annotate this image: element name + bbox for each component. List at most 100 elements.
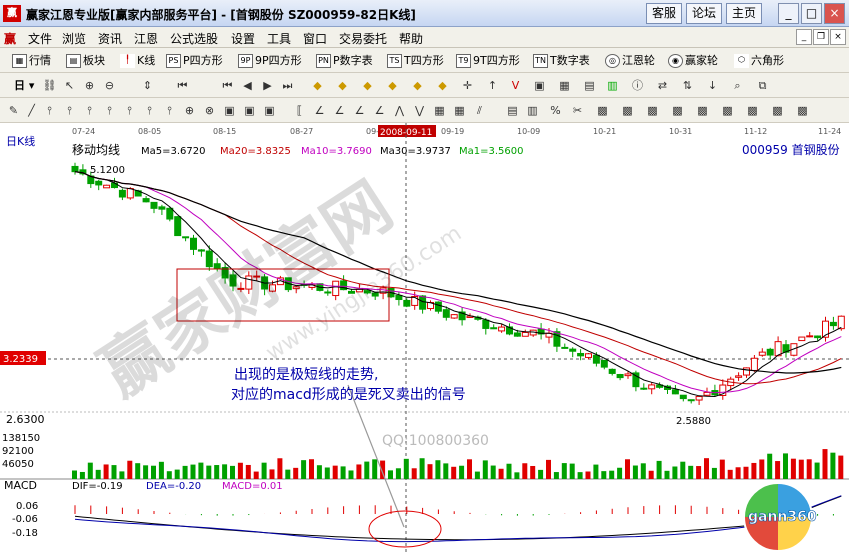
angle-icon[interactable]: ∠ [312, 103, 327, 118]
grid-draw-icon[interactable]: ▦ [452, 103, 467, 118]
diamond-icon[interactable]: ◆ [335, 78, 350, 93]
fill-icon[interactable]: ▩ [695, 103, 710, 118]
tool-p-number-table[interactable]: PN P数字表 [316, 51, 373, 70]
fork-icon[interactable]: ⫯ [82, 103, 97, 118]
fill-icon[interactable]: ▩ [770, 103, 785, 118]
tool-gann-wheel[interactable]: ◎ 江恩轮 [605, 51, 655, 70]
menu-browse[interactable]: 浏览 [62, 30, 86, 47]
close-icon[interactable]: × [824, 3, 845, 24]
tool-quotes[interactable]: ▦ 行情 [12, 51, 51, 70]
scroll-first-icon[interactable]: ⏮ [175, 78, 190, 93]
tool-t-number-table[interactable]: TN T数字表 [533, 51, 590, 70]
menu-info[interactable]: 资讯 [98, 30, 122, 47]
child-restore-icon[interactable]: ❐ [813, 29, 829, 45]
info-icon[interactable]: ⓘ [630, 78, 645, 93]
search-icon[interactable]: ⌕ [730, 78, 745, 93]
kline-chart-area[interactable]: 07-24 08-05 08-15 08-27 09-08 09-19 10-0… [0, 123, 849, 553]
menu-settings[interactable]: 设置 [231, 30, 255, 47]
box-icon[interactable]: ▣ [532, 78, 547, 93]
tool-9p-square[interactable]: 9P 9P四方形 [238, 51, 302, 70]
menu-gann[interactable]: 江恩 [134, 30, 158, 47]
circle-grid-icon[interactable]: ⊕ [182, 103, 197, 118]
arrow-up-icon[interactable]: ↑ [485, 78, 500, 93]
sort-icon[interactable]: ⇅ [680, 78, 695, 93]
grid-draw-icon[interactable]: ▦ [432, 103, 447, 118]
child-minimize-icon[interactable]: _ [796, 29, 812, 45]
link-icon[interactable]: ⛓ [42, 78, 57, 93]
diamond-icon[interactable]: ◆ [435, 78, 450, 93]
volume-bar [514, 472, 520, 479]
diamond-icon[interactable]: ◆ [385, 78, 400, 93]
home-button[interactable]: 主页 [726, 3, 762, 24]
angle-icon[interactable]: ∠ [352, 103, 367, 118]
fork-icon[interactable]: ⫯ [62, 103, 77, 118]
angle-icon[interactable]: ∠ [372, 103, 387, 118]
tool-sectors[interactable]: ▤ 板块 [66, 51, 105, 70]
fork-icon[interactable]: ⫯ [162, 103, 177, 118]
circle-grid-icon[interactable]: ⊗ [202, 103, 217, 118]
menu-file[interactable]: 文件 [28, 30, 52, 47]
fill-icon[interactable]: ▩ [745, 103, 760, 118]
child-close-icon[interactable]: × [830, 29, 846, 45]
fill-icon[interactable]: ▩ [795, 103, 810, 118]
scroll-left-icon[interactable]: ◀ [240, 78, 255, 93]
table-icon[interactable]: ▤ [505, 103, 520, 118]
fill-icon[interactable]: ▩ [720, 103, 735, 118]
tool-winner-wheel[interactable]: ◉ 赢家轮 [668, 51, 718, 70]
tool-p-square[interactable]: PS P四方形 [166, 51, 223, 70]
scroll-right-icon[interactable]: ▶ [260, 78, 275, 93]
zoom-out-icon[interactable]: ⊖ [102, 78, 117, 93]
square-icon[interactable]: ▣ [222, 103, 237, 118]
list-icon[interactable]: ▥ [605, 78, 620, 93]
fill-icon[interactable]: ▩ [620, 103, 635, 118]
parallel-icon[interactable]: ⫽ [472, 103, 487, 118]
fork-icon[interactable]: ⫯ [122, 103, 137, 118]
compare-icon[interactable]: ⧉ [755, 78, 770, 93]
diamond-icon[interactable]: ◆ [410, 78, 425, 93]
forum-button[interactable]: 论坛 [686, 3, 722, 24]
period-select[interactable]: 日 ▾ [14, 76, 34, 95]
pencil-icon[interactable]: ✎ [6, 103, 21, 118]
menu-help[interactable]: 帮助 [399, 30, 423, 47]
menu-tools[interactable]: 工具 [267, 30, 291, 47]
customer-service-button[interactable]: 客服 [646, 3, 682, 24]
square-icon[interactable]: ▣ [262, 103, 277, 118]
menu-window[interactable]: 窗口 [303, 30, 327, 47]
scroll-end-icon[interactable]: ⏭ [280, 78, 295, 93]
fork-icon[interactable]: ⫯ [42, 103, 57, 118]
crosshair-icon[interactable]: ✛ [460, 78, 475, 93]
cursor-icon[interactable]: ↖ [62, 78, 77, 93]
tool-hexagon[interactable]: ⬡ 六角形 [734, 51, 784, 70]
scissors-icon[interactable]: ✂ [570, 103, 585, 118]
maximize-icon[interactable]: □ [801, 3, 822, 24]
fill-icon[interactable]: ▩ [670, 103, 685, 118]
minimize-icon[interactable]: _ [778, 3, 799, 24]
percent-icon[interactable]: % [548, 103, 563, 118]
arrows-icon[interactable]: ⇄ [655, 78, 670, 93]
arrow-up-down-icon[interactable]: ⇕ [140, 78, 155, 93]
chart-type-icon[interactable]: ▥ [525, 103, 540, 118]
fork-icon[interactable]: ⫯ [142, 103, 157, 118]
menu-formula[interactable]: 公式选股 [170, 30, 218, 47]
fan-icon[interactable]: ⋀ [392, 103, 407, 118]
scroll-start-icon[interactable]: ⏮ [220, 78, 235, 93]
diamond-icon[interactable]: ◆ [310, 78, 325, 93]
fill-icon[interactable]: ▩ [645, 103, 660, 118]
grid-small-icon[interactable]: ▦ [557, 78, 572, 93]
tool-t-square[interactable]: TS T四方形 [387, 51, 444, 70]
fork-icon[interactable]: ⫯ [102, 103, 117, 118]
bracket-icon[interactable]: ⟦ [292, 103, 307, 118]
angle-icon[interactable]: ∠ [332, 103, 347, 118]
fill-icon[interactable]: ▩ [595, 103, 610, 118]
table-icon[interactable]: ▤ [582, 78, 597, 93]
diamond-icon[interactable]: ◆ [360, 78, 375, 93]
tool-9t-square[interactable]: T9 9T四方形 [456, 51, 520, 70]
menu-trade[interactable]: 交易委托 [339, 30, 387, 47]
zoom-in-icon[interactable]: ⊕ [82, 78, 97, 93]
line-icon[interactable]: ╱ [24, 103, 39, 118]
arrow-down-icon[interactable]: ↓ [705, 78, 720, 93]
tool-kline[interactable]: ╿ K线 [120, 51, 155, 70]
square-icon[interactable]: ▣ [242, 103, 257, 118]
v-signal-icon[interactable]: V [508, 78, 523, 93]
fan-icon[interactable]: ⋁ [412, 103, 427, 118]
